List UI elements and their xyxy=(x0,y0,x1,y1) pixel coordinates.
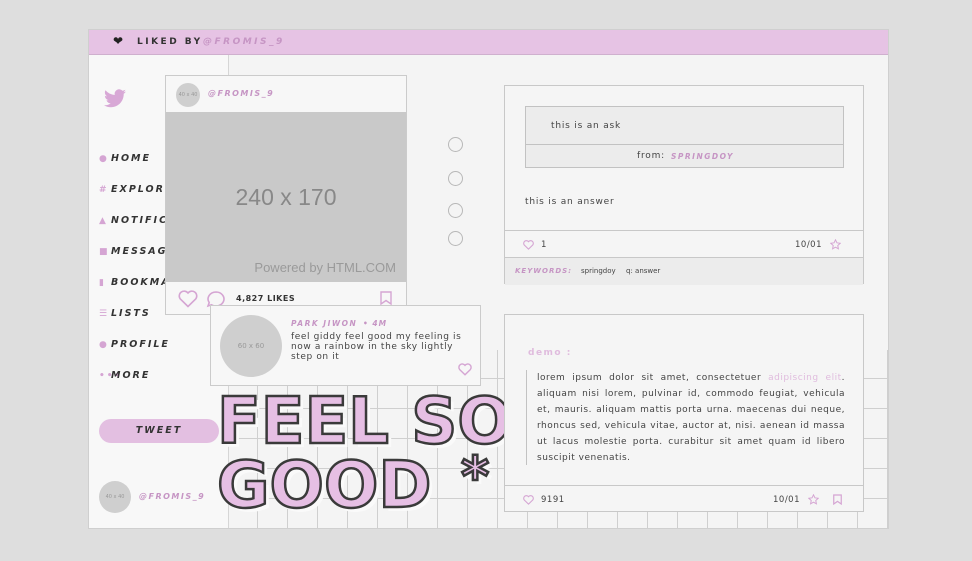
keywords-label: KEYWORDS: xyxy=(515,267,572,275)
like-heart-icon[interactable] xyxy=(178,290,198,308)
envelope-icon: ■ xyxy=(99,247,110,257)
comment-card: 60 x 60 PARK JIWON • 4M feel giddy feel … xyxy=(210,305,481,386)
comment-like-icon[interactable] xyxy=(458,363,472,376)
avatar[interactable]: 40 x 40 xyxy=(99,481,131,513)
demo-title: demo : xyxy=(528,348,572,358)
person-icon: ● xyxy=(99,340,109,350)
post-image: 240 x 170 Powered by HTML.COM xyxy=(166,112,406,282)
post-avatar[interactable]: 40 x 40 xyxy=(176,83,200,107)
hash-icon: # xyxy=(99,185,109,195)
like-count: 4,827 LIKES xyxy=(236,294,296,303)
dots-icon: ••• xyxy=(99,371,123,381)
like-heart-icon[interactable] xyxy=(523,495,534,505)
star-icon[interactable] xyxy=(830,239,841,250)
bell-icon: ▲ xyxy=(99,216,108,226)
star-icon[interactable] xyxy=(808,494,819,505)
instagram-post: 40 x 40 @FROMIS_9 240 x 170 Powered by H… xyxy=(165,75,407,315)
list-icon: ☰ xyxy=(99,309,110,319)
ask-question: this is an ask xyxy=(551,121,622,131)
liked-by-bar: ❤ LIKED BY @FROMIS_9 xyxy=(89,30,888,55)
image-placeholder-text: 240 x 170 xyxy=(235,184,337,210)
demo-card-footer: 9191 10/01 xyxy=(505,485,863,514)
dot-indicator[interactable] xyxy=(448,171,463,186)
liked-by-label: LIKED BY xyxy=(137,37,203,47)
ask-date: 10/01 xyxy=(795,240,822,250)
liked-by-user-link[interactable]: @FROMIS_9 xyxy=(203,37,285,47)
demo-date: 10/01 xyxy=(773,495,800,505)
dot-indicator[interactable] xyxy=(448,231,463,246)
like-heart-icon[interactable] xyxy=(523,240,534,250)
ask-from-label: from: xyxy=(637,151,665,161)
bookmark-icon[interactable] xyxy=(833,494,842,505)
ask-card: this is an ask from: SPRINGDOY this is a… xyxy=(504,85,864,285)
tweet-button[interactable]: TWEET xyxy=(99,419,219,443)
comment-text: feel giddy feel good my feeling is now a… xyxy=(291,332,462,362)
sidebar-username[interactable]: @FROMIS_9 xyxy=(139,492,205,501)
keyword-tag[interactable]: q: answer xyxy=(626,267,660,275)
dot-indicator[interactable] xyxy=(448,137,463,152)
demo-text: lorem ipsum dolor sit amet, consectetuer… xyxy=(526,370,845,465)
bookmark-icon: ▮ xyxy=(99,278,106,288)
demo-highlight: adipiscing elit xyxy=(768,373,842,383)
ask-from-user[interactable]: SPRINGDOY xyxy=(671,152,734,161)
headline-line2: GOOD xyxy=(216,449,433,523)
demo-card: demo : lorem ipsum dolor sit amet, conse… xyxy=(504,314,864,512)
heart-icon: ❤ xyxy=(113,34,124,48)
post-username[interactable]: @FROMIS_9 xyxy=(208,89,274,98)
keyword-tag[interactable]: springdoy xyxy=(581,267,616,275)
dot-indicator[interactable] xyxy=(448,203,463,218)
comment-time: • 4M xyxy=(363,319,388,328)
comment-avatar[interactable]: 60 x 60 xyxy=(220,315,282,377)
keywords-row: KEYWORDS: springdoy q: answer xyxy=(505,257,863,285)
demo-like-count: 9191 xyxy=(541,495,565,505)
ask-card-footer: 1 10/01 xyxy=(505,230,863,259)
ask-answer: this is an answer xyxy=(525,197,615,207)
home-icon: ● xyxy=(99,154,109,164)
headline-asterisk: * xyxy=(460,445,491,508)
ask-box: this is an ask from: SPRINGDOY xyxy=(525,106,844,168)
bookmark-icon[interactable] xyxy=(380,291,392,305)
ask-like-count: 1 xyxy=(541,240,547,250)
main-frame: ❤ LIKED BY @FROMIS_9 ● HOME # EXPLORE ▲ NOT… xyxy=(88,29,889,529)
powered-by-text: Powered by HTML.COM xyxy=(254,260,396,275)
ask-from-row: from: SPRINGDOY xyxy=(526,144,843,169)
comment-author[interactable]: PARK JIWON xyxy=(291,319,357,328)
twitter-bird-icon[interactable] xyxy=(103,89,127,109)
